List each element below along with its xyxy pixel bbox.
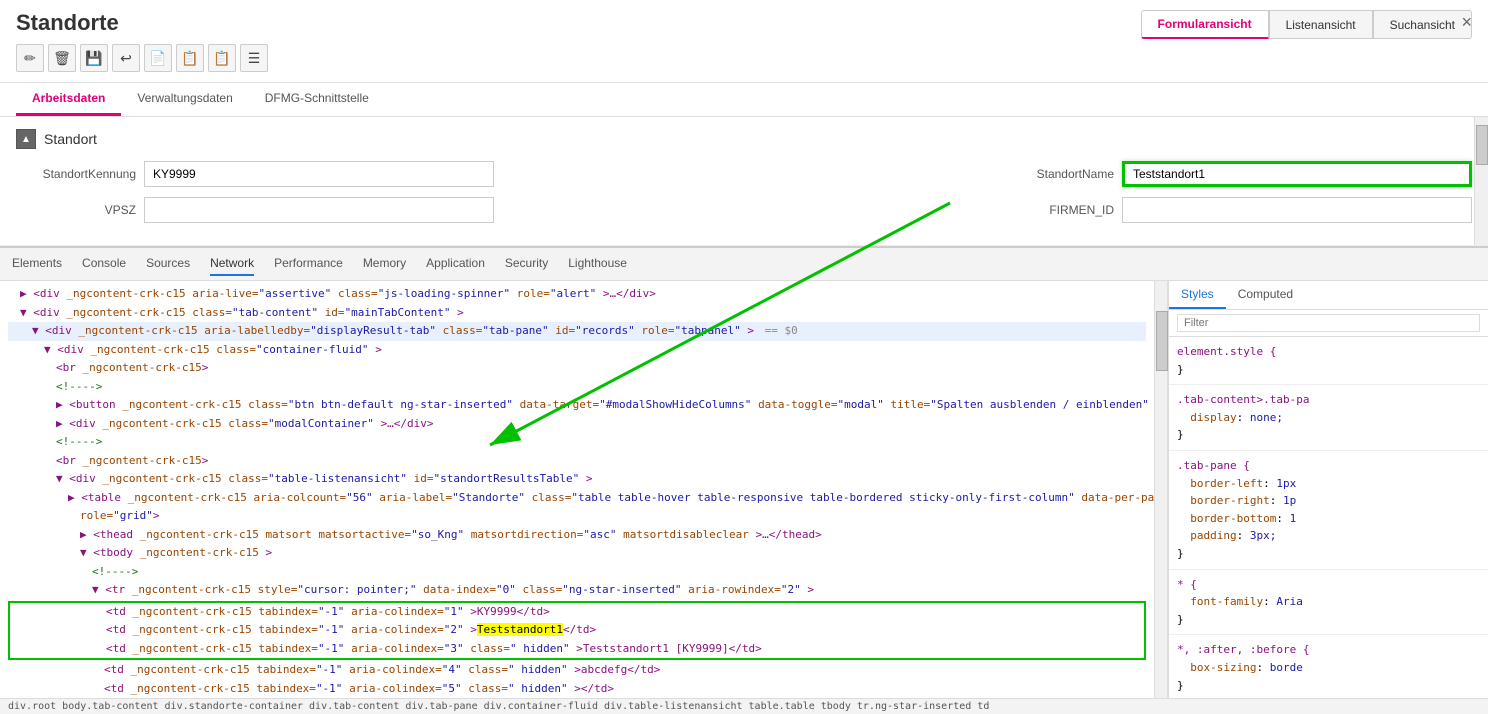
- dom-line: ▶ <table _ngcontent-crk-c15 aria-colcoun…: [8, 489, 1146, 508]
- devtools-tab-console[interactable]: Console: [82, 252, 126, 276]
- form-row-1: StandortKennung StandortName: [16, 161, 1472, 187]
- dom-scrollbar[interactable]: [1154, 281, 1168, 698]
- styles-rule-tab-pane: .tab-pane { border-left: 1px border-righ…: [1169, 451, 1488, 570]
- scrollbar-track[interactable]: [1474, 117, 1488, 245]
- main-window: Standorte Formularansicht Listenansicht …: [0, 0, 1488, 714]
- form-area: ▲ Standort StandortKennung StandortName …: [0, 117, 1488, 246]
- dom-line: ▶ <thead _ngcontent-crk-c15 matsort mats…: [8, 526, 1146, 545]
- scrollbar-thumb[interactable]: [1476, 125, 1488, 165]
- standort-name-label: StandortName: [994, 167, 1114, 181]
- breadcrumb: div.root body.tab-content div.standorte-…: [0, 698, 1488, 714]
- paste-button[interactable]: 📋: [208, 44, 236, 72]
- styles-tabs: Styles Computed: [1169, 281, 1488, 310]
- green-highlight-group: <td _ngcontent-crk-c15 tabindex="-1" ari…: [8, 601, 1146, 661]
- dom-line: ▼ <tbody _ngcontent-crk-c15 >: [8, 544, 1146, 563]
- dom-td-2: <td _ngcontent-crk-c15 tabindex="-1" ari…: [10, 621, 1144, 640]
- devtools-main: ▶ <div _ngcontent-crk-c15 aria-live="ass…: [0, 281, 1488, 698]
- devtools-tab-network[interactable]: Network: [210, 252, 254, 276]
- section-icon: ▲: [16, 129, 36, 149]
- dom-td-1: <td _ngcontent-crk-c15 tabindex="-1" ari…: [10, 603, 1144, 622]
- devtools-tab-sources[interactable]: Sources: [146, 252, 190, 276]
- toolbar: ✏ 🗑 💾 ↩ 📄 📋 📋 ☰: [16, 44, 1472, 72]
- section-title: Standort: [44, 131, 97, 147]
- dom-line: ▼ <div _ngcontent-crk-c15 class="tab-con…: [8, 304, 1146, 323]
- dom-line-selected: ▼ <div _ngcontent-crk-c15 aria-labelledb…: [8, 322, 1146, 341]
- standort-kennung-label: StandortKennung: [16, 167, 136, 181]
- styles-selector: element.style {: [1177, 343, 1480, 361]
- dom-line: role="grid">: [8, 507, 1146, 526]
- delete-button[interactable]: 🗑: [48, 44, 76, 72]
- dom-line: <br _ngcontent-crk-c15>: [8, 452, 1146, 471]
- tab-arbeitsdaten[interactable]: Arbeitsdaten: [16, 83, 121, 116]
- tab-listenansicht[interactable]: Listenansicht: [1269, 10, 1373, 39]
- tab-suchansicht[interactable]: Suchansicht: [1373, 10, 1472, 39]
- close-icon[interactable]: ×: [1461, 12, 1472, 33]
- window-title: Standorte: [16, 10, 119, 36]
- top-bar: Standorte Formularansicht Listenansicht …: [0, 0, 1488, 83]
- tab-dfmg[interactable]: DFMG-Schnittstelle: [249, 83, 385, 116]
- view-tabs: Formularansicht Listenansicht Suchansich…: [1141, 10, 1472, 39]
- firmen-id-label: FIRMEN_ID: [994, 203, 1114, 217]
- dom-line: ▼ <div _ngcontent-crk-c15 class="contain…: [8, 341, 1146, 360]
- dom-line: ▶ <div _ngcontent-crk-c15 class="modalCo…: [8, 415, 1146, 434]
- save-button[interactable]: 💾: [80, 44, 108, 72]
- devtools-tabs: Elements Console Sources Network Perform…: [0, 248, 1488, 281]
- edit-button[interactable]: ✏: [16, 44, 44, 72]
- dom-scrollbar-thumb[interactable]: [1156, 311, 1168, 371]
- dom-line: ▶ <button _ngcontent-crk-c15 class="btn …: [8, 396, 1146, 415]
- form-row-2: VPSZ FIRMEN_ID: [16, 197, 1472, 223]
- devtools-tab-application[interactable]: Application: [426, 252, 485, 276]
- field-standort-kennung: StandortKennung: [16, 161, 494, 187]
- devtools-panel: Elements Console Sources Network Perform…: [0, 246, 1488, 714]
- vpsz-label: VPSZ: [16, 203, 136, 217]
- field-standort-name: StandortName: [994, 161, 1472, 187]
- styles-tab-styles[interactable]: Styles: [1169, 281, 1226, 309]
- styles-rule-element: element.style { }: [1169, 337, 1488, 385]
- devtools-tab-elements[interactable]: Elements: [12, 252, 62, 276]
- dom-td-5: <td _ngcontent-crk-c15 tabindex="-1" ari…: [8, 680, 1146, 699]
- highlighted-text: Teststandort1: [477, 623, 563, 636]
- styles-panel: Styles Computed element.style { } .tab-c…: [1168, 281, 1488, 698]
- devtools-tab-performance[interactable]: Performance: [274, 252, 343, 276]
- dom-line: <br _ngcontent-crk-c15>: [8, 359, 1146, 378]
- styles-rule-tab-content: .tab-content>.tab-pa display: none; }: [1169, 385, 1488, 451]
- field-firmen-id: FIRMEN_ID: [994, 197, 1472, 223]
- doc-button[interactable]: 📄: [144, 44, 172, 72]
- dom-line: ▶ <div _ngcontent-crk-c15 aria-live="ass…: [8, 285, 1146, 304]
- section-header: ▲ Standort: [16, 129, 1472, 149]
- styles-tab-computed[interactable]: Computed: [1226, 281, 1305, 309]
- field-vpsz: VPSZ: [16, 197, 494, 223]
- dom-line: ▼ <tr _ngcontent-crk-c15 style="cursor: …: [8, 581, 1146, 600]
- tab-verwaltungsdaten[interactable]: Verwaltungsdaten: [121, 83, 248, 116]
- undo-button[interactable]: ↩: [112, 44, 140, 72]
- tab-formularansicht[interactable]: Formularansicht: [1141, 10, 1269, 39]
- firmen-id-input[interactable]: [1122, 197, 1472, 223]
- menu-button[interactable]: ☰: [240, 44, 268, 72]
- dom-line: <!---->: [8, 378, 1146, 397]
- standort-kennung-input[interactable]: [144, 161, 494, 187]
- styles-filter: [1169, 310, 1488, 337]
- styles-selector: .tab-content>.tab-pa: [1177, 391, 1480, 409]
- styles-rule-star-after-before: *, :after, :before { box-sizing: borde }: [1169, 635, 1488, 698]
- dom-line: <!---->: [8, 563, 1146, 582]
- standort-name-input[interactable]: [1122, 161, 1472, 187]
- vpsz-input[interactable]: [144, 197, 494, 223]
- styles-rule-star: * { font-family: Aria }: [1169, 570, 1488, 636]
- dom-td-4: <td _ngcontent-crk-c15 tabindex="-1" ari…: [8, 661, 1146, 680]
- dom-line: ▼ <div _ngcontent-crk-c15 class="table-l…: [8, 470, 1146, 489]
- copy-button[interactable]: 📋: [176, 44, 204, 72]
- devtools-tab-security[interactable]: Security: [505, 252, 548, 276]
- devtools-tab-memory[interactable]: Memory: [363, 252, 406, 276]
- dom-line: <!---->: [8, 433, 1146, 452]
- styles-filter-input[interactable]: [1177, 314, 1480, 332]
- title-row: Standorte Formularansicht Listenansicht …: [16, 10, 1472, 36]
- dom-panel[interactable]: ▶ <div _ngcontent-crk-c15 aria-live="ass…: [0, 281, 1154, 698]
- devtools-tab-lighthouse[interactable]: Lighthouse: [568, 252, 627, 276]
- record-tabs: Arbeitsdaten Verwaltungsdaten DFMG-Schni…: [0, 83, 1488, 117]
- dom-td-3: <td _ngcontent-crk-c15 tabindex="-1" ari…: [10, 640, 1144, 659]
